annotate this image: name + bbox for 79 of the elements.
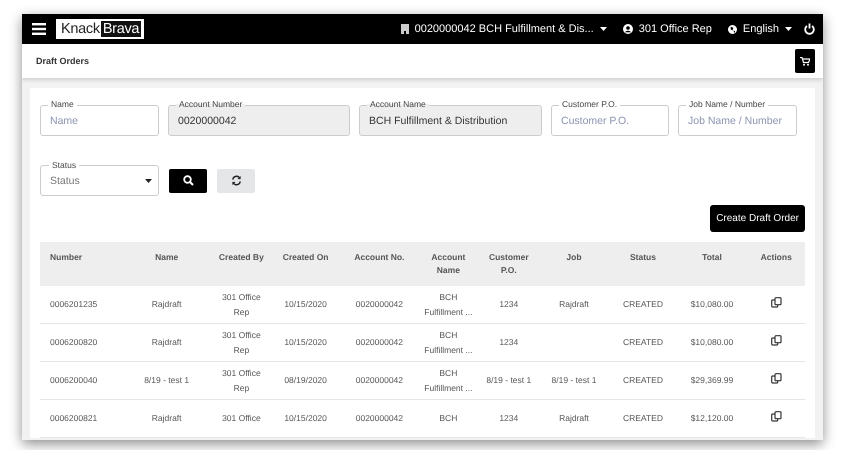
column-header: Total xyxy=(702,252,722,262)
table-cell: 301 Office Rep xyxy=(222,330,261,354)
refresh-icon xyxy=(230,175,242,186)
column-header: Customer P.O. xyxy=(488,252,529,275)
table-cell: Rajdraft xyxy=(559,413,589,423)
search-icon xyxy=(182,175,194,186)
table-cell: 0020000042 xyxy=(356,337,404,347)
table-cell: 1234 xyxy=(499,413,518,423)
cart-icon xyxy=(800,56,810,66)
copy-icon[interactable] xyxy=(770,334,782,346)
table-cell: 0020000042 xyxy=(356,413,404,423)
table-cell: 08/19/2020 xyxy=(284,375,327,385)
table-cell: 301 Office xyxy=(222,413,261,423)
column-header: Number xyxy=(50,252,82,262)
table-cell: $29,369.99 xyxy=(690,375,734,385)
table-cell: 301 Office Rep xyxy=(222,292,261,316)
table-cell: 1234 xyxy=(499,299,518,309)
table-cell: 0020000042 xyxy=(356,299,404,309)
table-cell: BCH xyxy=(439,413,458,423)
field-label: Account Name xyxy=(367,99,429,109)
table-cell: $10,080.00 xyxy=(690,337,734,347)
field-label: Account Number xyxy=(176,99,246,109)
search-button[interactable] xyxy=(169,168,207,192)
cart-button[interactable] xyxy=(795,49,815,73)
table-cell: BCH Fulfillment ... xyxy=(424,330,472,354)
power-icon[interactable] xyxy=(804,23,815,35)
table-cell: BCH Fulfillment ... xyxy=(424,292,472,316)
user-icon xyxy=(622,24,633,34)
column-header: Status xyxy=(630,252,656,262)
building-icon xyxy=(400,24,409,34)
column-header: Job xyxy=(566,252,582,262)
table-cell: CREATED xyxy=(622,337,663,347)
table-cell: $10,080.00 xyxy=(690,299,734,309)
table-cell: 8/19 - test 1 xyxy=(144,375,190,385)
copy-icon[interactable] xyxy=(770,372,782,384)
caret-icon xyxy=(600,27,607,31)
table-cell: Rajdraft xyxy=(152,413,182,423)
field-label: Name xyxy=(48,99,77,109)
field-label: Job Name / Number xyxy=(686,99,768,109)
field-label: Customer P.O. xyxy=(559,99,620,109)
table-cell: 0006201235 xyxy=(50,299,98,309)
table-cell: 1234 xyxy=(499,337,518,347)
column-header: Created By xyxy=(218,252,264,262)
column-header: Created On xyxy=(282,252,329,262)
table-cell: 8/19 - test 1 xyxy=(552,375,596,385)
column-header: Account No. xyxy=(354,252,404,262)
copy-icon[interactable] xyxy=(770,296,782,308)
column-header: Actions xyxy=(760,252,792,262)
table-cell: 0020000042 xyxy=(356,375,404,385)
table-cell: 8/19 - test 1 xyxy=(486,375,532,385)
table-cell: Rajdraft xyxy=(559,299,589,309)
user-menu[interactable]: 301 Office Rep xyxy=(618,23,716,35)
globe-icon xyxy=(728,24,737,34)
table-cell: CREATED xyxy=(622,375,663,385)
table-cell: 0006200821 xyxy=(50,413,98,423)
table-cell: 0006200040 xyxy=(50,375,98,385)
caret-icon xyxy=(785,27,792,31)
account-dropdown[interactable]: 0020000042 BCH Fulfillment & Dis... xyxy=(396,23,611,35)
table-cell: Rajdraft xyxy=(152,337,182,347)
table-cell: CREATED xyxy=(622,413,663,423)
table-cell: CREATED xyxy=(622,299,663,309)
table-cell: 301 Office Rep xyxy=(222,368,261,392)
table-cell: Rajdraft xyxy=(152,299,182,309)
refresh-button[interactable] xyxy=(217,168,255,192)
create-draft-order-button[interactable]: Create Draft Order xyxy=(710,205,805,232)
menu-icon[interactable] xyxy=(32,23,46,35)
logo: Knack Brava xyxy=(56,19,144,39)
page-title: Draft Orders xyxy=(36,56,90,66)
table-cell: 10/15/2020 xyxy=(284,299,327,309)
table-cell: 10/15/2020 xyxy=(284,337,327,347)
copy-icon[interactable] xyxy=(770,410,782,422)
table-cell: 0006200820 xyxy=(50,337,98,347)
caret-icon xyxy=(145,179,152,183)
language-dropdown[interactable]: English xyxy=(724,23,796,35)
table-cell: BCH Fulfillment ... xyxy=(424,368,472,392)
table-cell: $12,120.00 xyxy=(690,413,734,423)
table-cell: 10/15/2020 xyxy=(284,413,327,423)
column-header: Name xyxy=(155,252,178,262)
column-header: Account Name xyxy=(431,252,466,275)
